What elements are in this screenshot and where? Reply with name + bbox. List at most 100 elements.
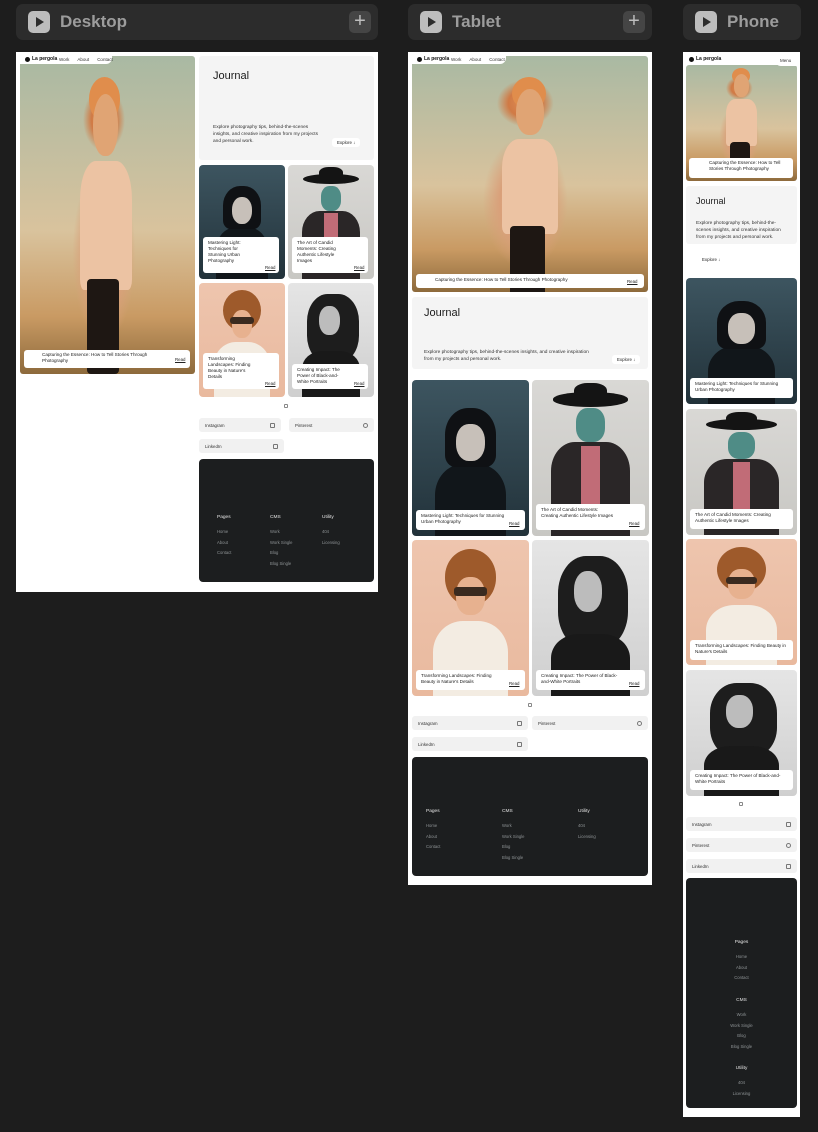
logo-icon [417,56,422,62]
social-linkedin[interactable]: LinkedIn [412,737,528,751]
footer-link[interactable]: Contact [426,842,440,853]
breakpoint-header-tablet: Tablet + [408,4,652,40]
footer-link[interactable]: Blog [686,1031,797,1042]
linkedin-icon [273,443,278,449]
social-pinterest[interactable]: Pinterest [686,838,797,852]
add-breakpoint-icon[interactable]: + [349,11,371,33]
social-instagram[interactable]: Instagram [412,716,528,730]
footer-link[interactable]: Licensing [322,538,340,549]
social-instagram[interactable]: Instagram [686,817,797,831]
instagram-icon [786,821,791,827]
footer-link[interactable]: Contact [217,548,231,559]
hero-caption[interactable]: Capturing the Essence: How to Tell Stori… [24,350,190,368]
instagram-icon [270,422,275,428]
footer-link[interactable]: Work [502,821,525,832]
footer: Pages Home About Contact CMS Work Work S… [412,757,648,876]
pagination-icon[interactable] [284,404,288,408]
site-logo[interactable]: La pergola [25,56,57,62]
social-pinterest[interactable]: Pinterest [289,418,374,432]
linkedin-icon [786,863,791,869]
hero-caption[interactable]: Capturing the Essence: How to Tell Stori… [416,274,644,288]
card-caption-4: Creating Impact: The Power of Black-and-… [690,770,793,790]
journal-intro: Journal Explore photography tips, behind… [412,297,648,369]
journal-description: Explore photography tips, behind-the-sce… [696,221,781,240]
footer-link[interactable]: Work [686,1010,797,1021]
menu-button[interactable]: Menu [780,58,791,63]
preview-play-icon[interactable] [28,11,50,33]
explore-button[interactable]: Explore ↓ [332,138,361,147]
desktop-frame[interactable]: La pergola Work About Contact Capturing … [16,52,378,592]
footer-link[interactable]: Work Single [502,832,525,843]
footer-link[interactable]: Home [217,527,231,538]
social-pinterest[interactable]: Pinterest [532,716,648,730]
footer-col-cms: CMS Work Work Single Blog Blog Single [270,513,293,569]
social-linkedin[interactable]: LinkedIn [199,439,284,453]
pagination-icon[interactable] [739,802,743,806]
social-instagram[interactable]: Instagram [199,418,281,432]
card-caption-3: Transforming Landscapes: Finding Beauty … [690,640,793,660]
footer-link[interactable]: Licensing [686,1089,797,1100]
nav-link-contact[interactable]: Contact [97,57,113,62]
card-caption-2: The Art of Candid Moments: Creating Auth… [690,509,793,529]
nav-link-contact[interactable]: Contact [489,57,505,62]
hero-image [20,56,195,374]
tablet-frame[interactable]: La pergola Work About Contact Capturing … [408,52,652,885]
read-link[interactable]: Read [354,265,365,270]
read-link[interactable]: Read [629,681,640,686]
breakpoint-label: Desktop [60,12,128,31]
footer-link[interactable]: 404 [686,1078,797,1089]
read-link[interactable]: Read [629,521,640,526]
phone-frame[interactable]: La pergola Menu Capturing the Essence: H… [683,52,800,1117]
footer-link[interactable]: Work Single [270,538,293,549]
social-linkedin[interactable]: LinkedIn [686,859,797,873]
footer-link[interactable]: Home [686,952,797,963]
footer-link[interactable]: Work [270,527,293,538]
nav-link-about[interactable]: About [469,57,481,62]
read-link[interactable]: Read [265,381,276,386]
journal-intro: Journal Explore photography tips, behind… [686,186,797,244]
journal-title: Journal [696,196,726,206]
footer-link[interactable]: Work Single [686,1021,797,1032]
footer-link[interactable]: Blog Single [502,853,525,864]
nav-link-work[interactable]: Work [59,57,69,62]
journal-description: Explore photography tips, behind-the-sce… [213,125,319,144]
footer-link[interactable]: 404 [578,821,596,832]
read-link[interactable]: Read [175,357,186,362]
nav-links: Work About Contact [451,57,513,62]
footer-link[interactable]: Blog Single [270,559,293,570]
site-logo[interactable]: La pergola [417,56,449,62]
pagination-icon[interactable] [528,703,532,707]
footer-link[interactable]: Blog [502,842,525,853]
preview-play-icon[interactable] [420,11,442,33]
footer-col-cms: CMS Work Work Single Blog Blog Single [502,807,525,863]
site-logo[interactable]: La pergola [689,56,721,62]
card-caption-3: Transforming Landscapes: Finding Beauty … [416,670,525,690]
footer-link[interactable]: 404 [322,527,340,538]
footer-link[interactable]: Contact [686,973,797,984]
footer-col-pages: Pages Home About Contact [217,513,231,559]
footer-link[interactable]: Home [426,821,440,832]
hero-caption[interactable]: Capturing the Essence: How to Tell Stori… [689,158,793,178]
footer-link[interactable]: Blog [270,548,293,559]
footer-link[interactable]: About [426,832,440,843]
explore-button[interactable]: Explore ↓ [697,255,726,264]
explore-button[interactable]: Explore ↓ [612,355,641,364]
footer-link[interactable]: Blog Single [686,1042,797,1053]
read-link[interactable]: Read [354,381,365,386]
footer-col-utility: Utility 404 Licensing [686,1064,797,1099]
hero-image [412,56,648,292]
read-link[interactable]: Read [265,265,276,270]
footer: Pages Home About Contact CMS Work Work S… [686,878,797,1108]
add-breakpoint-icon[interactable]: + [623,11,645,33]
footer-link[interactable]: Licensing [578,832,596,843]
read-link[interactable]: Read [509,681,520,686]
nav-link-work[interactable]: Work [451,57,461,62]
breakpoint-label: Phone [727,12,779,31]
footer-link[interactable]: About [686,963,797,974]
journal-intro: Journal Explore photography tips, behind… [199,56,374,160]
read-link[interactable]: Read [627,279,638,284]
nav-link-about[interactable]: About [77,57,89,62]
read-link[interactable]: Read [509,521,520,526]
footer-link[interactable]: About [217,538,231,549]
preview-play-icon[interactable] [695,11,717,33]
